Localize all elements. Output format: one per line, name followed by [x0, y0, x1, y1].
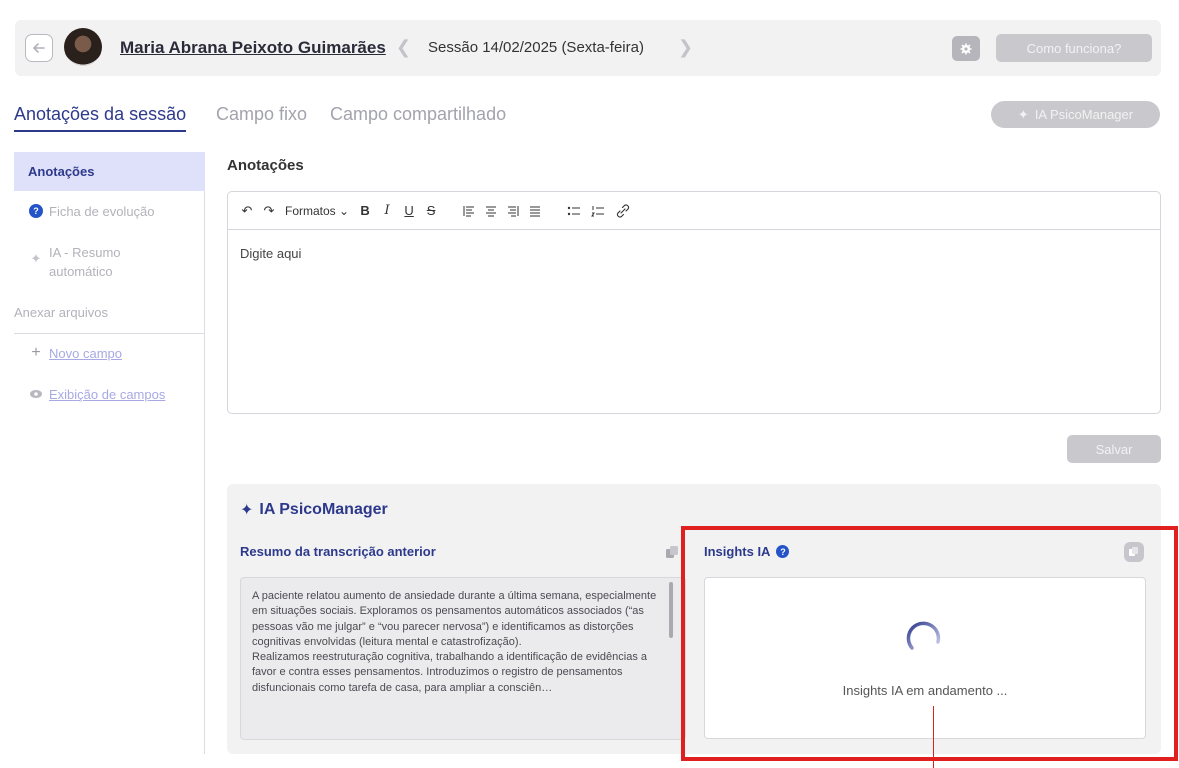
- copy-icon[interactable]: [662, 542, 682, 562]
- editor-text-area[interactable]: Digite aqui: [228, 230, 1160, 277]
- how-it-works-button[interactable]: Como funciona?: [996, 34, 1152, 62]
- sidebar-item-evolution[interactable]: ? Ficha de evolução: [29, 204, 155, 219]
- sparkle-icon: ✦: [30, 251, 42, 266]
- resume-paragraph: Realizamos reestruturação cognitiva, tra…: [252, 651, 648, 694]
- chevron-down-icon: ⌄: [339, 203, 350, 218]
- resume-title: Resumo da transcrição anterior: [240, 544, 436, 559]
- notes-section-title: Anotações: [227, 157, 304, 174]
- top-bar: Maria Abrana Peixoto Guimarães ❮ Sessão …: [15, 20, 1161, 76]
- scrollbar[interactable]: [669, 582, 673, 638]
- sidebar-item-ia-summary[interactable]: ✦ IA - Resumo automático: [29, 243, 159, 281]
- plus-icon: +: [31, 344, 41, 361]
- sparkle-icon: ✦: [240, 502, 254, 519]
- settings-button[interactable]: [952, 36, 980, 61]
- chevron-right-icon[interactable]: ❯: [678, 37, 693, 58]
- arrow-left-icon: [33, 43, 45, 53]
- formats-dropdown[interactable]: Formatos ⌄: [285, 204, 349, 218]
- strikethrough-icon[interactable]: S: [425, 203, 437, 218]
- save-button[interactable]: Salvar: [1067, 435, 1161, 463]
- ia-panel-title: ✦ IA PsicoManager: [240, 500, 388, 520]
- gear-icon: [960, 43, 972, 54]
- divider: [14, 333, 205, 334]
- redo-icon[interactable]: ↷: [263, 203, 275, 219]
- numbered-list-icon[interactable]: [591, 205, 605, 217]
- avatar: [64, 28, 102, 66]
- back-button[interactable]: [25, 34, 53, 62]
- align-justify-icon[interactable]: [529, 205, 541, 217]
- underline-icon[interactable]: U: [403, 203, 415, 218]
- session-label: Sessão 14/02/2025 (Sexta-feira): [428, 39, 644, 56]
- ia-psicomanager-button[interactable]: ✦ IA PsicoManager: [991, 101, 1160, 128]
- ia-button-label: IA PsicoManager: [1034, 107, 1134, 122]
- sidebar-item-new-field[interactable]: + Novo campo: [29, 344, 122, 361]
- sidebar-item-field-display[interactable]: Exibição de campos: [29, 387, 165, 402]
- highlight-annotation: [681, 526, 1178, 761]
- sidebar-item-label: Anexar arquivos: [14, 305, 108, 320]
- ia-panel-title-text: IA PsicoManager: [259, 501, 388, 518]
- tab-shared-field[interactable]: Campo compartilhado: [330, 104, 506, 125]
- align-center-icon[interactable]: [485, 205, 497, 217]
- tab-fixed-field[interactable]: Campo fixo: [216, 104, 307, 125]
- link-icon[interactable]: [615, 203, 631, 218]
- sidebar-item-label: Novo campo: [49, 346, 122, 361]
- sidebar-item-attach[interactable]: Anexar arquivos: [14, 305, 108, 320]
- align-left-icon[interactable]: [463, 205, 475, 217]
- sidebar: Anotações ? Ficha de evolução ✦ IA - Res…: [14, 152, 205, 754]
- patient-name-link[interactable]: Maria Abrana Peixoto Guimarães: [120, 38, 386, 58]
- question-icon: ?: [29, 204, 43, 218]
- sidebar-item-notes[interactable]: Anotações: [14, 152, 205, 191]
- bullet-list-icon[interactable]: [567, 205, 581, 217]
- formats-label: Formatos: [285, 203, 336, 218]
- resume-text-box[interactable]: A paciente relatou aumento de ansiedade …: [240, 577, 686, 740]
- sidebar-item-label: Exibição de campos: [49, 387, 166, 402]
- italic-icon[interactable]: I: [381, 203, 393, 218]
- sidebar-item-label: Ficha de evolução: [49, 204, 155, 219]
- chevron-left-icon[interactable]: ❮: [396, 37, 411, 58]
- align-right-icon[interactable]: [507, 205, 519, 217]
- notes-editor: ↶ ↷ Formatos ⌄ B I U S Digite aqui: [227, 191, 1161, 414]
- tab-session-notes[interactable]: Anotações da sessão: [14, 104, 187, 132]
- sparkle-icon: ✦: [1017, 106, 1029, 122]
- undo-icon[interactable]: ↶: [241, 203, 253, 219]
- editor-toolbar: ↶ ↷ Formatos ⌄ B I U S: [228, 192, 1160, 230]
- eye-icon: [30, 390, 42, 398]
- annotation-pointer: [933, 706, 934, 768]
- sidebar-item-label: IA - Resumo automático: [49, 245, 121, 279]
- bold-icon[interactable]: B: [359, 203, 371, 218]
- resume-paragraph: A paciente relatou aumento de ansiedade …: [252, 590, 657, 648]
